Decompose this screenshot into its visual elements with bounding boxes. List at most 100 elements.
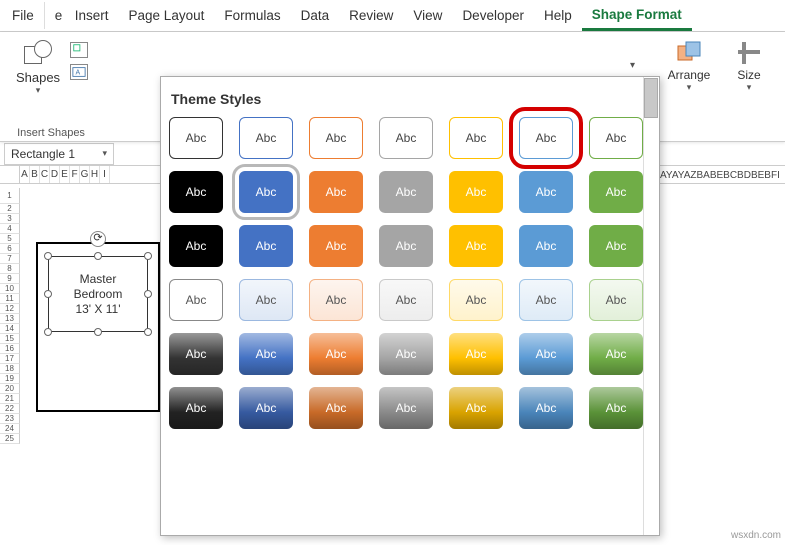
text-box-icon[interactable]: A: [70, 64, 88, 80]
style-swatch[interactable]: Abc: [239, 387, 293, 429]
resize-handle[interactable]: [44, 328, 52, 336]
style-swatch[interactable]: Abc: [519, 225, 573, 267]
arrange-button[interactable]: Arrange ▾: [663, 36, 715, 93]
select-all-corner[interactable]: [0, 166, 20, 183]
tab-developer[interactable]: Developer: [452, 2, 534, 29]
style-swatch[interactable]: Abc: [589, 333, 643, 375]
row-header[interactable]: 19: [0, 374, 20, 384]
style-swatch[interactable]: Abc: [239, 333, 293, 375]
style-swatch[interactable]: Abc: [519, 333, 573, 375]
style-swatch[interactable]: Abc: [169, 225, 223, 267]
row-header[interactable]: 14: [0, 324, 20, 334]
shapes-button[interactable]: Shapes ▾: [10, 36, 66, 96]
gallery-scrollbar[interactable]: [643, 77, 659, 535]
col-header[interactable]: H: [90, 166, 100, 183]
row-header[interactable]: 25: [0, 434, 20, 444]
col-header[interactable]: F: [70, 166, 80, 183]
row-header[interactable]: 8: [0, 264, 20, 274]
style-swatch[interactable]: Abc: [379, 387, 433, 429]
row-header[interactable]: 24: [0, 424, 20, 434]
style-swatch[interactable]: Abc: [379, 225, 433, 267]
style-swatch[interactable]: Abc: [309, 117, 363, 159]
row-header[interactable]: 16: [0, 344, 20, 354]
selected-shape[interactable]: Master Bedroom 13' X 11' ⟳: [48, 256, 148, 332]
row-header[interactable]: 5: [0, 234, 20, 244]
style-swatch[interactable]: Abc: [519, 279, 573, 321]
tab-review[interactable]: Review: [339, 2, 403, 29]
tab-view[interactable]: View: [403, 2, 452, 29]
resize-handle[interactable]: [144, 328, 152, 336]
resize-handle[interactable]: [44, 290, 52, 298]
row-header[interactable]: 12: [0, 304, 20, 314]
style-swatch[interactable]: Abc: [169, 279, 223, 321]
name-box[interactable]: Rectangle 1 ▾: [4, 143, 114, 165]
style-swatch[interactable]: Abc: [589, 279, 643, 321]
resize-handle[interactable]: [44, 252, 52, 260]
style-swatch[interactable]: Abc: [309, 279, 363, 321]
tab-insert[interactable]: Insert: [65, 2, 119, 29]
row-header[interactable]: 11: [0, 294, 20, 304]
style-swatch[interactable]: Abc: [589, 117, 643, 159]
style-swatch[interactable]: Abc: [169, 171, 223, 213]
tab-data[interactable]: Data: [291, 2, 340, 29]
style-swatch[interactable]: Abc: [449, 279, 503, 321]
style-swatch[interactable]: Abc: [309, 171, 363, 213]
style-swatch[interactable]: Abc: [239, 117, 293, 159]
style-swatch[interactable]: Abc: [379, 117, 433, 159]
tab-file[interactable]: File: [2, 2, 44, 29]
style-swatch[interactable]: Abc: [449, 333, 503, 375]
resize-handle[interactable]: [144, 252, 152, 260]
tab-page-layout[interactable]: Page Layout: [119, 2, 215, 29]
resize-handle[interactable]: [94, 252, 102, 260]
row-header[interactable]: 1: [0, 188, 20, 204]
col-header[interactable]: D: [50, 166, 60, 183]
row-header[interactable]: 2: [0, 204, 20, 214]
col-header[interactable]: E: [60, 166, 70, 183]
row-header[interactable]: 22: [0, 404, 20, 414]
tab-home-partial[interactable]: e: [44, 2, 65, 29]
style-swatch[interactable]: Abc: [449, 117, 503, 159]
row-header[interactable]: 9: [0, 274, 20, 284]
rotate-handle-icon[interactable]: ⟳: [90, 231, 106, 247]
style-swatch[interactable]: Abc: [309, 387, 363, 429]
col-header[interactable]: C: [40, 166, 50, 183]
row-header[interactable]: 21: [0, 394, 20, 404]
row-header[interactable]: 4: [0, 224, 20, 234]
col-header[interactable]: G: [80, 166, 90, 183]
style-swatch[interactable]: Abc: [379, 333, 433, 375]
style-swatch[interactable]: Abc: [239, 171, 293, 213]
row-header[interactable]: 15: [0, 334, 20, 344]
tab-help[interactable]: Help: [534, 2, 582, 29]
style-swatch[interactable]: Abc: [449, 225, 503, 267]
row-header[interactable]: 3: [0, 214, 20, 224]
tab-shape-format[interactable]: Shape Format: [582, 1, 692, 31]
style-swatch[interactable]: Abc: [449, 387, 503, 429]
style-swatch[interactable]: Abc: [589, 225, 643, 267]
style-swatch[interactable]: Abc: [589, 171, 643, 213]
style-swatch[interactable]: Abc: [519, 171, 573, 213]
styles-dropdown-icon[interactable]: ▾: [630, 60, 635, 71]
style-swatch[interactable]: Abc: [309, 225, 363, 267]
row-header[interactable]: 20: [0, 384, 20, 394]
style-swatch[interactable]: Abc: [449, 171, 503, 213]
style-swatch[interactable]: Abc: [169, 333, 223, 375]
scroll-thumb[interactable]: [644, 78, 658, 118]
style-swatch[interactable]: Abc: [309, 333, 363, 375]
style-swatch[interactable]: Abc: [169, 387, 223, 429]
style-swatch[interactable]: Abc: [589, 387, 643, 429]
edit-shape-icon[interactable]: [70, 42, 88, 58]
row-header[interactable]: 23: [0, 414, 20, 424]
style-swatch[interactable]: Abc: [239, 279, 293, 321]
resize-handle[interactable]: [144, 290, 152, 298]
style-swatch[interactable]: Abc: [519, 387, 573, 429]
size-button[interactable]: Size ▾: [723, 36, 775, 93]
col-header[interactable]: B: [30, 166, 40, 183]
tab-formulas[interactable]: Formulas: [214, 2, 290, 29]
style-swatch[interactable]: Abc: [379, 279, 433, 321]
resize-handle[interactable]: [94, 328, 102, 336]
row-header[interactable]: 13: [0, 314, 20, 324]
style-swatch[interactable]: Abc: [519, 117, 573, 159]
style-swatch[interactable]: Abc: [169, 117, 223, 159]
col-header[interactable]: A: [20, 166, 30, 183]
col-header[interactable]: I: [100, 166, 110, 183]
